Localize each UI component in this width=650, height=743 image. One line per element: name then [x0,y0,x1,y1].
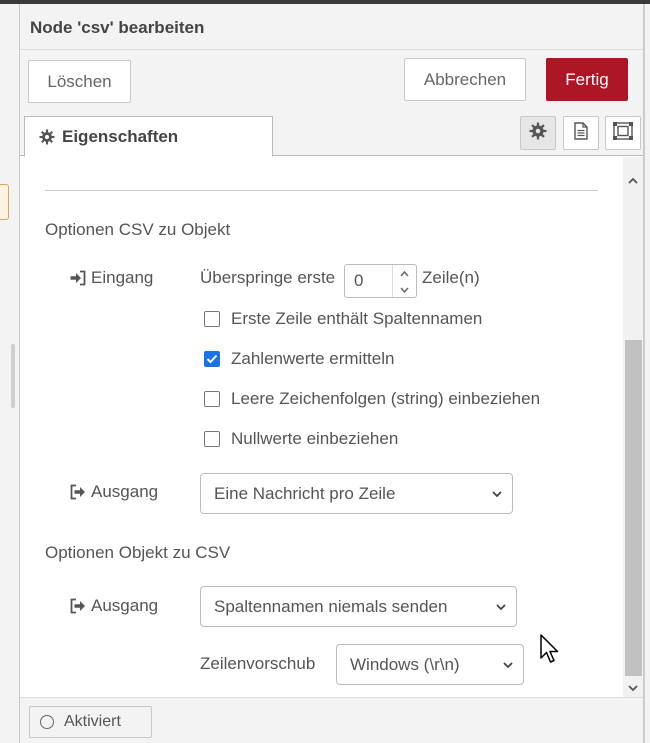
enabled-toggle[interactable]: Aktiviert [29,706,152,738]
edit-tray: Node 'csv' bearbeiten Löschen Abbrechen … [19,4,644,743]
sign-out-icon [70,484,86,500]
properties-panel: Optionen CSV zu Objekt Eingang Übersprin… [20,157,623,697]
parse-numbers-checkbox[interactable] [204,351,220,367]
gear-icon [529,122,547,145]
dialog-title: Node 'csv' bearbeiten [30,18,205,37]
flow-node-fragment [0,184,9,220]
null-values-checkbox-label: Nullwerte einbeziehen [231,429,399,448]
chevron-down-icon [492,491,502,498]
stepper-down-button[interactable] [393,281,416,297]
tab-properties[interactable]: Eigenschaften [24,116,273,157]
divider [45,190,598,191]
tray-footer: Aktiviert [20,697,643,743]
scroll-down-icon[interactable] [627,682,639,694]
header-checkbox-label: Erste Zeile enthält Spaltennamen [231,309,483,328]
tab-properties-label: Eigenschaften [62,126,179,146]
checkbox-row-empty-strings[interactable]: Leere Zeichenfolgen (string) einbeziehen [204,389,540,409]
stepper-buttons [392,265,416,297]
skip-lines-stepper[interactable] [344,264,417,298]
stepper-up-button[interactable] [393,265,416,281]
sign-out-icon [70,598,86,614]
resize-handle[interactable] [11,344,15,408]
skip-suffix-label: Zeile(n) [422,268,480,287]
enabled-toggle-label: Aktiviert [64,713,121,730]
output-select-value: Eine Nachricht pro Zeile [214,483,396,503]
parse-numbers-checkbox-label: Zahlenwerte ermitteln [231,349,395,368]
done-button[interactable]: Fertig [546,58,628,101]
null-values-checkbox[interactable] [204,431,220,447]
workspace-background [0,4,19,743]
caret-down-icon [400,280,409,298]
mouse-cursor-icon [540,634,559,663]
circle-icon [40,715,54,729]
output-label-2-text: Ausgang [91,596,159,615]
output-label: Ausgang [70,482,158,502]
chevron-down-icon [496,604,506,611]
section-heading-object-to-csv: Optionen Objekt zu CSV [45,543,231,562]
description-tab-button[interactable] [563,116,599,150]
properties-tab-button[interactable] [520,116,556,150]
frame-icon [613,121,633,145]
skip-prefix-label: Überspringe erste [200,268,336,287]
appearance-tab-button[interactable] [605,116,641,150]
header-output-select[interactable]: Spaltennamen niemals senden [200,586,517,627]
delete-button[interactable]: Löschen [28,60,131,103]
output-select[interactable]: Eine Nachricht pro Zeile [200,473,513,514]
checkbox-row-null-values[interactable]: Nullwerte einbeziehen [204,429,398,449]
tab-bar: Eigenschaften [20,112,643,157]
scrollbar-thumb[interactable] [625,340,642,676]
workspace-background-right [644,4,650,743]
checkbox-row-header[interactable]: Erste Zeile enthält Spaltennamen [204,309,482,329]
tray-header: Node 'csv' bearbeiten [20,4,643,50]
newline-label: Zeilenvorschub [200,654,316,673]
newline-select[interactable]: Windows (\r\n) [336,644,524,685]
document-icon [573,121,589,145]
section-heading-csv-to-object: Optionen CSV zu Objekt [45,220,231,239]
check-icon [206,354,218,364]
output-label-2: Ausgang [70,596,158,616]
empty-strings-checkbox[interactable] [204,391,220,407]
scroll-up-icon[interactable] [627,175,639,187]
output-label-text: Ausgang [91,482,159,501]
chevron-down-icon [503,662,513,669]
skip-lines-input[interactable] [345,265,393,297]
empty-strings-checkbox-label: Leere Zeichenfolgen (string) einbeziehen [231,389,541,408]
cancel-button[interactable]: Abbrechen [404,58,526,101]
input-label: Eingang [70,268,153,288]
checkbox-row-parse-numbers[interactable]: Zahlenwerte ermitteln [204,349,394,369]
tray-toolbar: Löschen Abbrechen Fertig [20,50,643,112]
sign-in-icon [70,270,86,286]
gear-icon [39,129,55,145]
vertical-scrollbar[interactable] [623,157,643,697]
header-checkbox[interactable] [204,311,220,327]
input-label-text: Eingang [91,268,154,287]
newline-select-value: Windows (\r\n) [350,654,460,674]
header-output-select-value: Spaltennamen niemals senden [214,596,448,616]
